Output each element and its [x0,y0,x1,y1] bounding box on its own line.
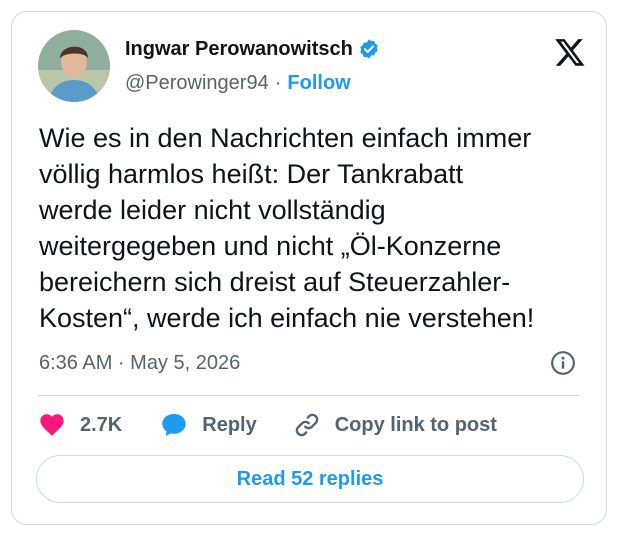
handle-row: @Perowinger94 · Follow [125,70,351,96]
info-icon[interactable] [550,350,576,376]
tweet-text: Wie es in den Nachrichten einfach immer … [39,123,535,333]
like-count: 2.7K [80,413,123,436]
verified-badge-icon [360,39,378,59]
copy-link-label: Copy link to post [334,413,497,436]
action-bar: 2.7K Reply Copy link to post [38,407,497,443]
avatar[interactable] [38,30,110,102]
tweet-card: Ingwar Perowanowitsch @Perowinger94 · Fo… [11,11,607,525]
read-replies-button[interactable]: Read 52 replies [36,455,584,503]
author-name-row: Ingwar Perowanowitsch [125,36,380,62]
x-logo-icon[interactable] [554,36,586,68]
reply-button[interactable]: Reply [160,411,257,439]
link-icon [295,413,318,437]
author-handle[interactable]: @Perowinger94 [125,72,269,95]
like-button[interactable]: 2.7K [38,411,122,439]
timestamp[interactable]: 6:36 AM · May 5, 2026 [39,349,240,377]
speech-bubble-icon [162,413,186,437]
divider [38,395,580,396]
reply-label: Reply [202,413,257,436]
heart-icon [40,414,64,436]
display-name[interactable]: Ingwar Perowanowitsch [125,38,353,61]
follow-button[interactable]: Follow [287,72,350,95]
separator-dot: · [274,71,282,94]
copy-link-button[interactable]: Copy link to post [293,411,497,439]
